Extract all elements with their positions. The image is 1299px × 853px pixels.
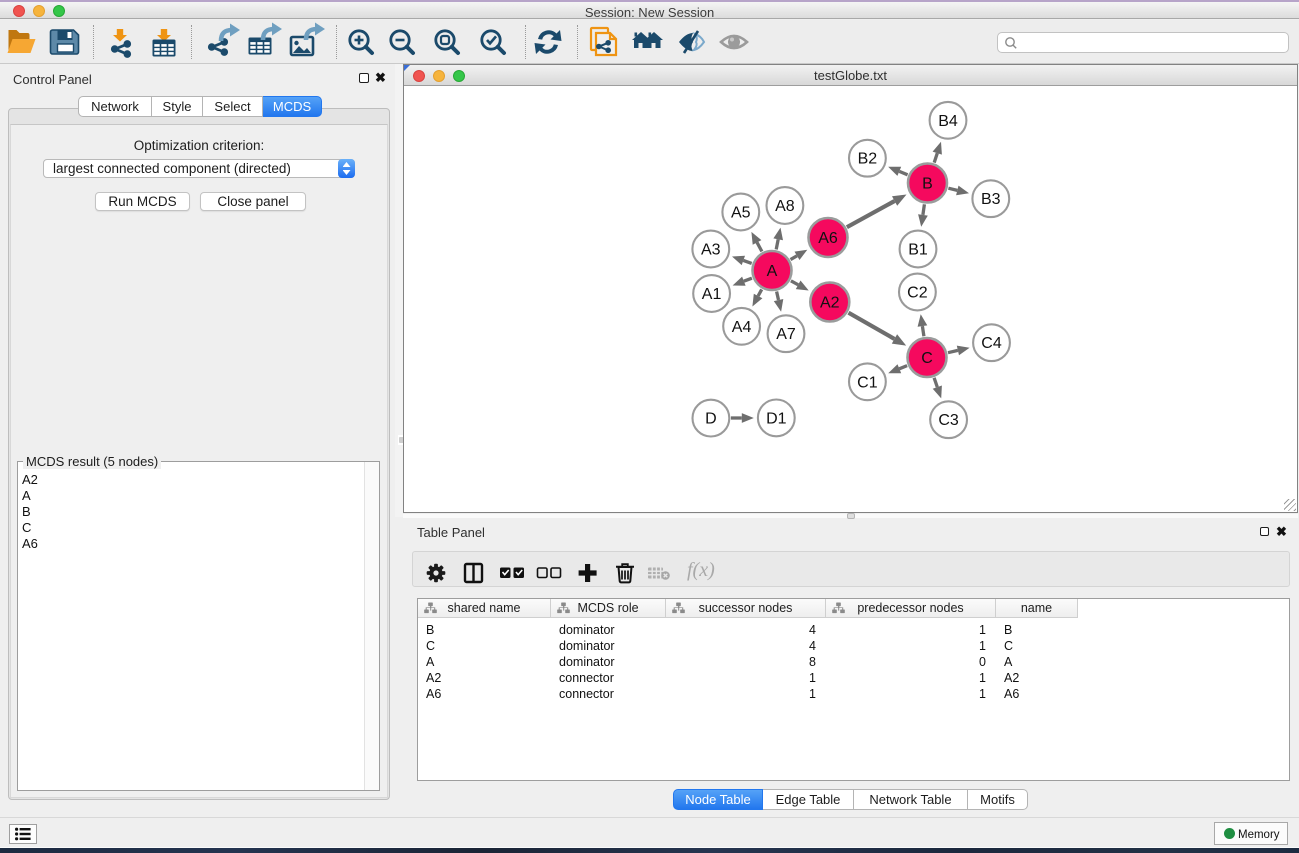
svg-text:A: A <box>767 263 778 280</box>
svg-text:C3: C3 <box>938 412 959 429</box>
svg-text:A3: A3 <box>701 242 721 259</box>
svg-text:A1: A1 <box>702 286 722 303</box>
svg-text:A8: A8 <box>775 198 795 215</box>
svg-text:C1: C1 <box>857 374 878 391</box>
svg-text:C4: C4 <box>981 335 1002 352</box>
svg-text:B1: B1 <box>908 242 928 259</box>
svg-text:A4: A4 <box>732 319 752 336</box>
svg-text:B2: B2 <box>858 151 878 168</box>
svg-text:D: D <box>705 411 717 428</box>
svg-text:C2: C2 <box>907 285 928 302</box>
svg-text:A6: A6 <box>818 230 838 247</box>
svg-text:A7: A7 <box>776 326 796 343</box>
svg-text:B3: B3 <box>981 191 1001 208</box>
svg-text:B4: B4 <box>938 113 958 130</box>
svg-text:B: B <box>922 176 933 193</box>
svg-text:A2: A2 <box>820 295 840 312</box>
svg-text:A5: A5 <box>731 205 751 222</box>
svg-text:C: C <box>921 350 933 367</box>
svg-text:D1: D1 <box>766 410 787 427</box>
